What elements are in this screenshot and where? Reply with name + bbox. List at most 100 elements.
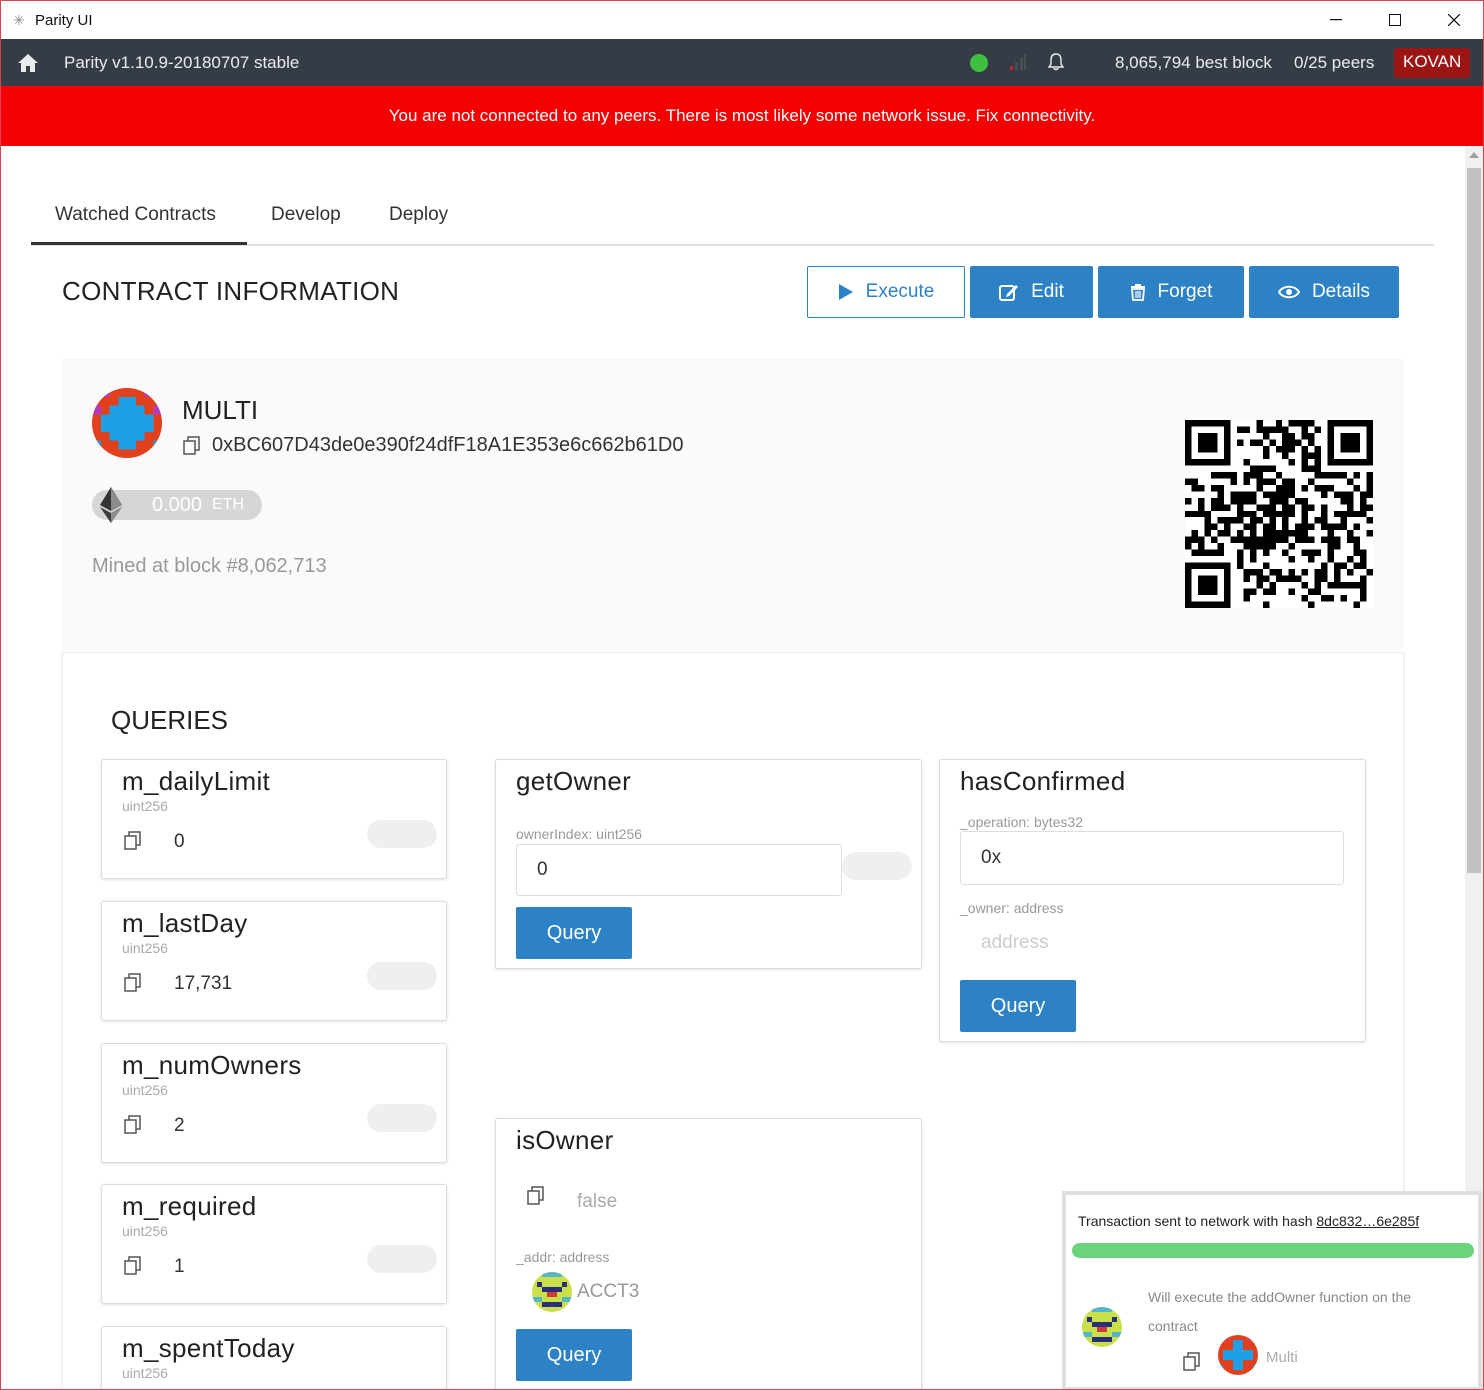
forget-label: Forget <box>1157 281 1213 302</box>
transaction-hash-link[interactable]: 8dc832…6e285f <box>1316 1213 1419 1229</box>
details-label: Details <box>1311 281 1371 302</box>
bell-icon[interactable] <box>1046 52 1066 72</box>
acct3-identicon <box>532 1272 572 1312</box>
operation-label: _operation: bytes32 <box>960 814 1083 830</box>
copy-icon[interactable] <box>182 435 202 455</box>
forget-button[interactable]: Forget <box>1098 266 1244 318</box>
query-m-numowners: m_numOwners uint256 2 <box>101 1043 447 1163</box>
addr-label: _addr: address <box>516 1249 610 1265</box>
peer-count: 0/25 peers <box>1294 53 1375 72</box>
copy-icon[interactable] <box>526 1185 546 1205</box>
title-bar: ✳ Parity UI <box>1 1 1483 39</box>
copy-icon[interactable] <box>123 1255 143 1275</box>
contract-info-card: MULTI 0xBC607D43de0e390f24dfF18A1E353e6c… <box>62 358 1404 650</box>
minimize-icon <box>1330 19 1342 21</box>
best-block: 8,065,794 best block <box>1115 53 1272 72</box>
query-m-lastday: m_lastDay uint256 17,731 <box>101 901 447 1021</box>
query-name: m_spentToday <box>122 1333 295 1363</box>
status-bar: Parity v1.10.9-20180707 stable 8,065,794… <box>1 39 1483 86</box>
query-value: 2 <box>174 1115 185 1136</box>
transaction-progress-bar <box>1072 1243 1474 1258</box>
edit-button[interactable]: Edit <box>970 266 1093 318</box>
toast-prefix: Transaction sent to network with hash <box>1078 1213 1317 1229</box>
close-button[interactable] <box>1425 1 1483 39</box>
balance-unit: ETH <box>212 496 244 513</box>
query-hasconfirmed: hasConfirmed _operation: bytes32 0x _own… <box>939 759 1366 1042</box>
play-icon <box>838 284 853 300</box>
owner-address-input[interactable]: address <box>981 932 1049 954</box>
query-type: uint256 <box>122 1082 168 1098</box>
operation-input[interactable]: 0x <box>960 831 1344 885</box>
contract-information-title: CONTRACT INFORMATION <box>62 276 400 306</box>
eye-icon <box>1277 285 1300 299</box>
format-toggle[interactable] <box>842 852 912 880</box>
copy-icon[interactable] <box>123 1114 143 1134</box>
chain-badge[interactable]: KOVAN <box>1394 48 1471 78</box>
contract-identicon <box>92 388 162 458</box>
query-m-spenttoday: m_spentToday uint256 <box>101 1326 447 1389</box>
query-value: 1 <box>174 1256 185 1277</box>
query-name: isOwner <box>516 1125 614 1155</box>
edit-label: Edit <box>1031 281 1064 302</box>
signal-strength-icon[interactable] <box>1009 53 1027 71</box>
edit-icon <box>999 285 1019 301</box>
connectivity-warning: You are not connected to any peers. Ther… <box>1 86 1483 146</box>
format-toggle[interactable] <box>367 1104 437 1132</box>
copy-icon[interactable] <box>123 830 143 850</box>
active-tab-indicator <box>31 242 247 245</box>
contract-name: MULTI <box>182 395 259 425</box>
home-icon[interactable] <box>17 53 39 73</box>
balance-amount: 0.000 <box>152 494 203 516</box>
transaction-toast: Transaction sent to network with hash 8d… <box>1062 1191 1482 1389</box>
query-type: uint256 <box>122 1223 168 1239</box>
window-title: Parity UI <box>35 11 93 29</box>
maximize-icon <box>1389 14 1401 26</box>
toast-message: Transaction sent to network with hash 8d… <box>1078 1213 1419 1229</box>
copy-icon[interactable] <box>1182 1351 1202 1371</box>
query-type: uint256 <box>122 940 168 956</box>
owner-index-label: ownerIndex: uint256 <box>516 826 643 842</box>
execute-label: Execute <box>865 281 935 302</box>
copy-icon[interactable] <box>123 972 143 992</box>
query-type: uint256 <box>122 1365 168 1381</box>
close-icon <box>1448 14 1460 26</box>
query-value: 0 <box>174 831 185 852</box>
trash-icon <box>1130 284 1145 301</box>
contract-address: 0xBC607D43de0e390f24dfF18A1E353e6c662b61… <box>212 434 684 456</box>
query-type: uint256 <box>122 798 168 814</box>
minimize-button[interactable] <box>1307 1 1365 39</box>
tab-bar: Watched Contracts Develop Deploy <box>31 186 1434 246</box>
format-toggle[interactable] <box>367 820 437 848</box>
owner-index-input[interactable]: 0 <box>516 844 842 896</box>
query-name: getOwner <box>516 766 632 796</box>
contract-identicon <box>1218 1335 1258 1375</box>
tab-watched-contracts[interactable]: Watched Contracts <box>55 204 216 226</box>
addr-value[interactable]: ACCT3 <box>577 1281 639 1303</box>
query-m-required: m_required uint256 1 <box>101 1184 447 1304</box>
isowner-query-button[interactable]: Query <box>516 1329 632 1381</box>
query-name: hasConfirmed <box>960 766 1126 796</box>
maximize-button[interactable] <box>1366 1 1424 39</box>
query-name: m_dailyLimit <box>122 766 271 796</box>
queries-title: QUERIES <box>111 705 229 735</box>
scroll-up-arrow-icon[interactable] <box>1469 152 1479 158</box>
tab-develop[interactable]: Develop <box>271 204 341 226</box>
query-getowner: getOwner ownerIndex: uint256 0 Query <box>495 759 922 969</box>
owner-label: _owner: address <box>960 900 1064 916</box>
execute-button[interactable]: Execute <box>807 266 965 318</box>
query-value: 17,731 <box>174 973 233 994</box>
format-toggle[interactable] <box>367 962 437 990</box>
hasconfirmed-query-button[interactable]: Query <box>960 980 1076 1032</box>
details-button[interactable]: Details <box>1249 266 1399 318</box>
getowner-query-button[interactable]: Query <box>516 907 632 959</box>
tab-deploy[interactable]: Deploy <box>389 204 448 226</box>
format-toggle[interactable] <box>367 1245 437 1273</box>
query-name: m_numOwners <box>122 1050 302 1080</box>
balance-pill: 0.000 ETH <box>92 487 262 523</box>
scroll-thumb[interactable] <box>1467 168 1481 873</box>
health-status-icon[interactable] <box>970 54 988 72</box>
execute-description: Will execute the addOwner function on th… <box>1148 1289 1412 1334</box>
query-name: m_required <box>122 1191 257 1221</box>
contract-label: Multi <box>1266 1349 1298 1366</box>
query-isowner: isOwner false _addr: address ACCT3 Query <box>495 1118 922 1389</box>
